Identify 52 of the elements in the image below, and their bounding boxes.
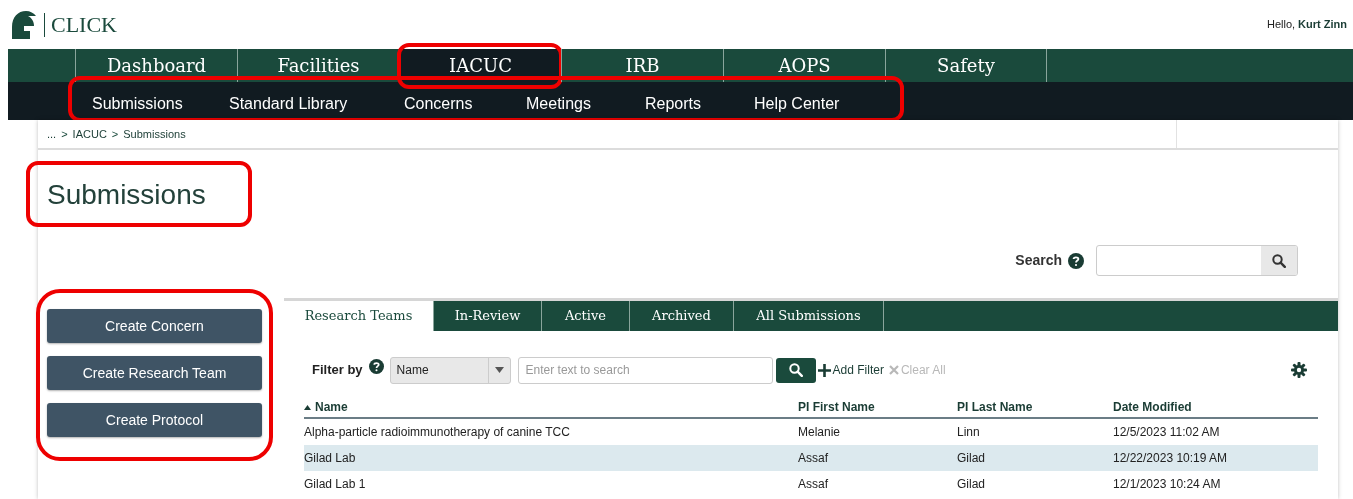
column-header[interactable]: Date Modified — [1113, 398, 1192, 416]
logo-text: CLICK — [51, 11, 117, 39]
tab[interactable]: Research Teams — [284, 301, 434, 331]
breadcrumb-separator: > — [111, 126, 119, 142]
table-cell: Gilad — [957, 477, 985, 491]
subnav-link[interactable]: Meetings — [526, 95, 591, 112]
user-name[interactable]: Kurt Zinn — [1298, 16, 1347, 33]
subnav-link[interactable]: Help Center — [754, 95, 840, 112]
action-button[interactable]: Create Concern — [47, 309, 262, 343]
action-button[interactable]: Create Research Team — [47, 356, 262, 390]
table-cell: Melanie — [798, 425, 841, 439]
filter-label: Filter by — [312, 361, 363, 380]
table-cell: Assaf — [798, 477, 828, 491]
search-field[interactable] — [1096, 245, 1298, 276]
column-header[interactable]: PI Last Name — [957, 398, 1033, 416]
column-header[interactable]: PI First Name — [798, 398, 875, 416]
nav-tab[interactable]: Safety — [885, 49, 1047, 82]
table-cell: Gilad — [957, 451, 985, 465]
filter-search-button[interactable] — [775, 357, 816, 383]
subnav-link[interactable]: Concerns — [404, 95, 473, 112]
table-cell: Linn — [957, 425, 980, 439]
breadcrumb-link[interactable]: IACUC — [72, 125, 107, 143]
table-cell: Gilad Lab 1 — [304, 477, 366, 491]
action-button[interactable]: Create Protocol — [47, 403, 262, 437]
help-icon[interactable] — [1068, 252, 1084, 269]
breadcrumb-separator: > — [61, 126, 68, 142]
subnav-link[interactable]: Standard Library — [229, 95, 348, 112]
breadcrumb-link[interactable]: ... — [47, 125, 57, 143]
settings-icon[interactable] — [1291, 362, 1307, 378]
plus-icon — [817, 363, 831, 377]
search-icon — [788, 363, 803, 377]
table-cell: 12/1/2023 10:24 AM — [1113, 477, 1221, 491]
caret-icon — [494, 367, 504, 373]
table-cell: 12/22/2023 10:19 AM — [1113, 451, 1228, 465]
page-title: Submissions — [47, 178, 206, 212]
table-cell: Assaf — [798, 451, 828, 465]
add-filter-link[interactable]: Add Filter — [817, 361, 884, 379]
close-icon — [888, 365, 899, 375]
table-cell: Alpha-particle radioimmunotherapy of canine TCC — [304, 425, 570, 439]
table-cell: Gilad Lab — [304, 451, 356, 465]
breadcrumb-link[interactable]: Submissions — [123, 125, 186, 143]
column-header[interactable]: Name — [315, 398, 348, 416]
filter-dropdown[interactable]: Name — [389, 356, 511, 384]
subnav-link[interactable]: Reports — [645, 95, 702, 112]
help-icon[interactable] — [368, 358, 384, 374]
search-icon — [1272, 253, 1286, 268]
table-cell: 12/5/2023 11:02 AM — [1113, 425, 1220, 439]
greeting-text: Hello, — [1267, 17, 1296, 33]
filter-text-field[interactable]: Enter text to search — [517, 356, 773, 384]
search-label: Search — [1015, 251, 1062, 270]
subnav-link[interactable]: Submissions — [92, 95, 183, 112]
table-row[interactable]: Gilad Lab Assaf Gilad 12/22/2023 10:19 AM — [304, 445, 1318, 471]
